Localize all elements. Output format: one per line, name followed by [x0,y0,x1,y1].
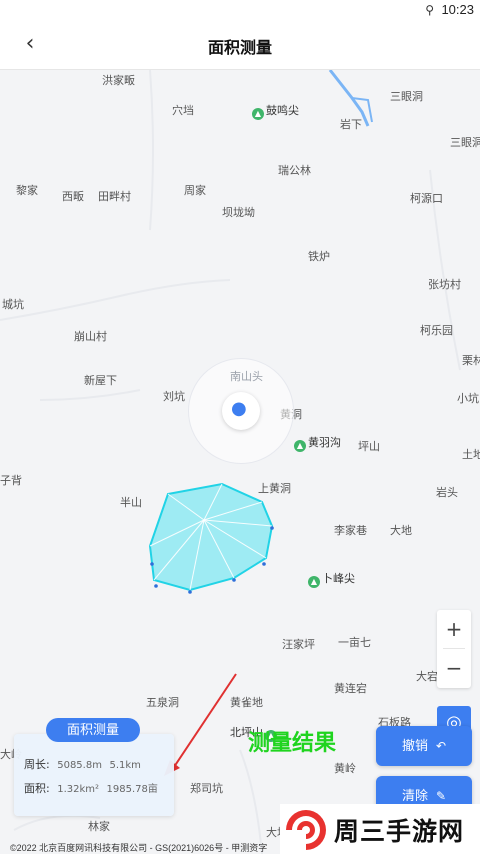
result-panel: 周长: 5085.8m 5.1km 面积: 1.32km² 1985.78亩 [14,734,174,816]
undo-button[interactable]: 撤销 ↶ [376,726,472,766]
perimeter-row: 周长: 5085.8m 5.1km [24,756,141,772]
undo-icon: ↶ [435,739,447,753]
area-row: 面积: 1.32km² 1985.78亩 [24,780,158,796]
area-km2-value: 1.32km² [57,784,100,795]
perimeter-m-value: 5085.8m [57,760,102,771]
app-header: ‹ 面积测量 [0,20,480,70]
status-bar: ⚲ 10:23 [0,0,480,20]
perimeter-km-value: 5.1km [109,760,141,771]
area-mu-value: 1985.78亩 [106,784,158,795]
status-time: 10:23 [441,2,474,17]
clear-label: 清除 [401,788,428,803]
perimeter-label: 周长: [24,758,50,771]
watermark-text: 周三手游网 [334,817,465,846]
zoom-control: + − [437,610,471,688]
zoom-in-button[interactable]: + [437,610,471,648]
area-label: 面积: [24,782,50,795]
zoom-out-button[interactable]: − [437,649,471,687]
eraser-icon: ✎ [435,789,447,803]
map-copyright: ©2022 北京百度网讯科技有限公司 - GS(2021)6026号 - 甲测资… [10,843,268,853]
annotation-text: 测量结果 [248,730,337,756]
result-tab[interactable]: 面积测量 [46,718,140,742]
location-icon: ⚲ [425,3,434,17]
page-title: 面积测量 [207,40,272,57]
watermark-logo [284,810,326,852]
undo-label: 撤销 [401,738,428,753]
